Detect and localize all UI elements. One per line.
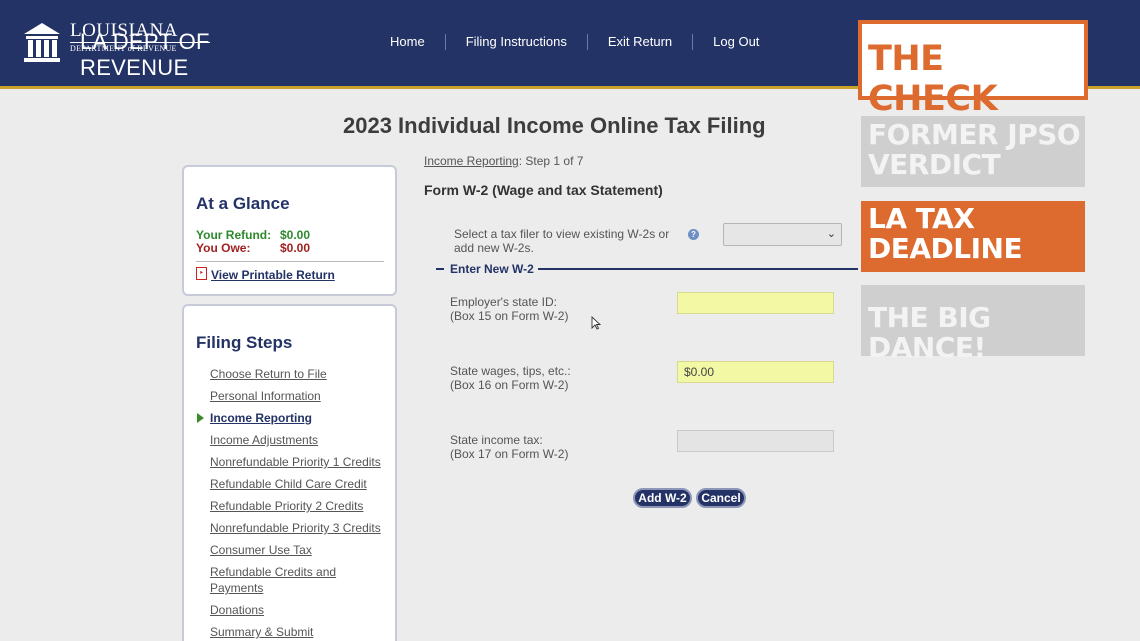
view-printable-return-link[interactable]: ‣ View Printable Return (196, 267, 335, 282)
section-rule-left (436, 268, 444, 270)
step-summary-submit[interactable]: Summary & Submit (210, 624, 390, 641)
chevron-down-icon: ⌄ (826, 228, 836, 240)
form-title: Form W-2 (Wage and tax Statement) (424, 182, 663, 198)
breadcrumb-link[interactable]: Income Reporting (424, 154, 519, 168)
employer-id-label-text: Employer's state ID: (450, 295, 557, 309)
refund-row: Your Refund: $0.00 (196, 228, 310, 242)
state-wages-label: State wages, tips, etc.: (Box 16 on Form… (450, 364, 571, 392)
owe-label: You Owe: (196, 241, 251, 255)
nav-log-out[interactable]: Log Out (692, 34, 779, 50)
page-title: 2023 Individual Income Online Tax Filing (343, 113, 766, 138)
nav-filing-instructions[interactable]: Filing Instructions (444, 34, 587, 50)
refund-label: Your Refund: (196, 228, 272, 242)
state-wages-input[interactable] (677, 361, 834, 383)
add-w2-button[interactable]: Add W-2 (633, 488, 692, 508)
logo-overlay-text: LA DEPT OF REVENUE (80, 29, 210, 80)
state-income-tax-sublabel: (Box 17 on Form W-2) (450, 447, 569, 461)
step-refundable-priority-2[interactable]: Refundable Priority 2 Credits (210, 498, 390, 520)
owe-value: $0.00 (280, 241, 311, 255)
filing-steps-list: Choose Return to File Personal Informati… (197, 366, 390, 641)
nav-exit-return[interactable]: Exit Return (586, 34, 692, 50)
state-income-tax-label-text: State income tax: (450, 433, 543, 447)
filing-steps-panel: Filing Steps Choose Return to File Perso… (182, 304, 397, 641)
employer-state-id-input[interactable] (677, 292, 834, 314)
pdf-icon: ‣ (196, 267, 207, 281)
help-icon[interactable]: ? (688, 229, 699, 240)
step-income-reporting-label: Income Reporting (210, 411, 313, 425)
mouse-pointer-icon (591, 316, 601, 330)
step-income-reporting[interactable]: Income Reporting (197, 410, 390, 432)
cancel-button[interactable]: Cancel (696, 488, 746, 508)
top-nav: Home Filing Instructions Exit Return Log… (370, 33, 779, 51)
state-income-tax-label: State income tax: (Box 17 on Form W-2) (450, 433, 568, 461)
nav-home[interactable]: Home (370, 34, 445, 50)
former-jpso-verdict-tile: FORMER JPSO VERDICT (861, 116, 1085, 187)
step-refundable-child-care[interactable]: Refundable Child Care Credit (210, 476, 390, 498)
step-nonrefundable-priority-3[interactable]: Nonrefundable Priority 3 Credits (210, 520, 390, 542)
glance-title: At a Glance (196, 194, 290, 213)
step-donations[interactable]: Donations (210, 602, 390, 624)
breadcrumb-step: : Step 1 of 7 (518, 154, 584, 168)
step-personal-information[interactable]: Personal Information (210, 388, 390, 410)
step-choose-return[interactable]: Choose Return to File (210, 366, 390, 388)
the-check-banner: THE CHECK (858, 20, 1088, 119)
state-wages-label-text: State wages, tips, etc.: (450, 364, 571, 378)
employer-id-label: Employer's state ID: (Box 15 on Form W-2… (450, 295, 568, 323)
breadcrumb: Income Reporting: Step 1 of 7 (424, 154, 583, 168)
glance-divider (196, 261, 384, 262)
tax-filer-prompt: Select a tax filer to view existing W-2s… (454, 227, 670, 255)
tax-filer-select[interactable]: ⌄ (723, 223, 842, 246)
refund-value: $0.00 (280, 228, 311, 242)
step-consumer-use-tax[interactable]: Consumer Use Tax (210, 542, 390, 564)
step-refundable-credits-payments[interactable]: Refundable Credits and Payments (210, 564, 390, 602)
filing-steps-title: Filing Steps (196, 333, 293, 352)
capitol-pillar-icon (24, 23, 60, 62)
section-rule-right (538, 268, 858, 270)
print-label: View Printable Return (211, 268, 335, 282)
louisiana-revenue-logo[interactable]: LOUISIANA DEPARTMENT of REVENUE LA DEPT … (20, 20, 280, 80)
state-wages-sublabel: (Box 16 on Form W-2) (450, 378, 569, 392)
step-nonrefundable-priority-1[interactable]: Nonrefundable Priority 1 Credits (210, 454, 390, 476)
step-income-adjustments[interactable]: Income Adjustments (210, 432, 390, 454)
state-income-tax-input[interactable] (677, 430, 834, 452)
employer-id-sublabel: (Box 15 on Form W-2) (450, 309, 569, 323)
enter-new-w2-heading: Enter New W-2 (450, 262, 534, 276)
current-step-arrow-icon (197, 413, 204, 423)
at-a-glance-panel: At a Glance Your Refund: $0.00 You Owe: … (182, 165, 397, 296)
big-dance-tile: THE BIG DANCE! (861, 285, 1085, 363)
la-tax-deadline-tile: LA TAX DEADLINE (861, 201, 1085, 272)
owe-row: You Owe: $0.00 (196, 241, 310, 255)
